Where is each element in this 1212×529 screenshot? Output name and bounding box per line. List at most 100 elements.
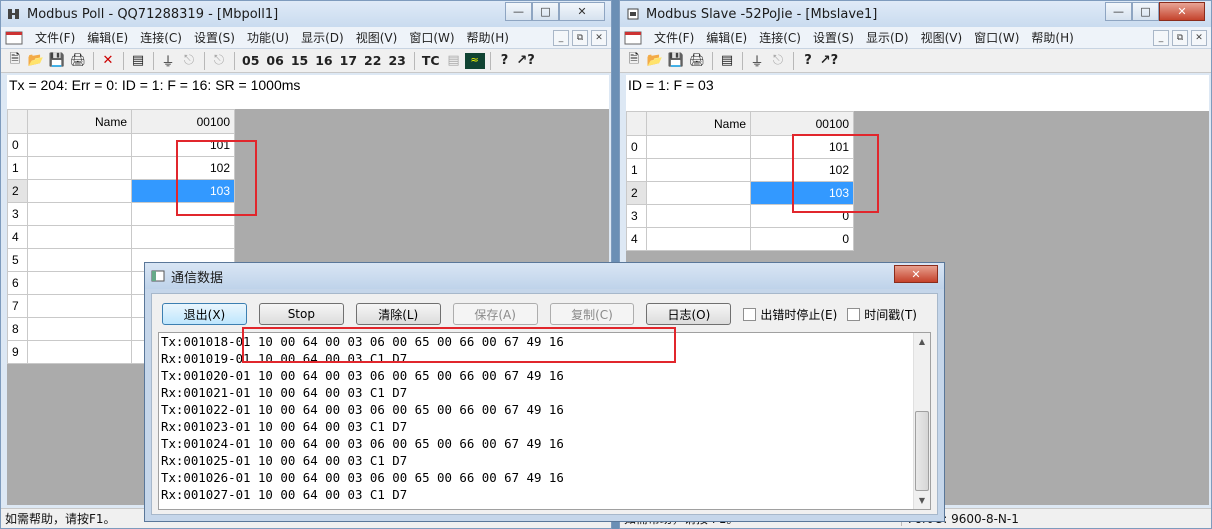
context-help-icon[interactable]: ↗?: [516, 51, 536, 71]
row-header[interactable]: 1: [626, 158, 647, 182]
row-header[interactable]: 7: [7, 294, 28, 318]
log-button[interactable]: 日志(O): [646, 303, 732, 325]
timestamp-checkbox[interactable]: 时间戳(T): [847, 306, 917, 323]
mdi-restore-button[interactable]: ⧉: [572, 29, 588, 46]
name-cell[interactable]: [646, 135, 751, 159]
row-header[interactable]: 0: [626, 135, 647, 159]
fc-23-button[interactable]: 23: [385, 51, 408, 71]
menu-file[interactable]: 文件(F): [648, 29, 700, 46]
name-cell[interactable]: [27, 340, 132, 364]
document-icon[interactable]: [5, 31, 23, 45]
minimize-button[interactable]: —: [1105, 2, 1132, 21]
name-cell[interactable]: [646, 181, 751, 205]
menu-display[interactable]: 显示(D): [860, 29, 915, 46]
log-scrollbar[interactable]: ▲ ▼: [913, 333, 930, 509]
fc-06-button[interactable]: 06: [263, 51, 286, 71]
minimize-button[interactable]: —: [505, 2, 532, 21]
row-header[interactable]: 2: [7, 179, 28, 203]
print-icon[interactable]: 🖨: [687, 51, 707, 71]
help-icon[interactable]: ?: [798, 51, 818, 71]
exit-button[interactable]: 退出(X): [162, 303, 247, 325]
fc-22-button[interactable]: 22: [361, 51, 384, 71]
stop-button[interactable]: Stop: [258, 303, 344, 325]
scroll-down-arrow-icon[interactable]: ▼: [914, 492, 930, 509]
menu-help[interactable]: 帮助(H): [461, 29, 515, 46]
menu-connection[interactable]: 连接(C): [753, 29, 807, 46]
menu-help[interactable]: 帮助(H): [1025, 29, 1079, 46]
checkbox-box[interactable]: [847, 307, 861, 321]
name-cell[interactable]: [27, 317, 132, 341]
row-header[interactable]: 2: [626, 181, 647, 205]
help-icon[interactable]: ?: [495, 51, 515, 71]
mdi-minimize-button[interactable]: _: [553, 29, 569, 46]
open-icon[interactable]: 📂: [26, 51, 46, 71]
row-header[interactable]: 1: [7, 156, 28, 180]
menu-functions[interactable]: 功能(U): [241, 29, 295, 46]
window-icon[interactable]: ▤: [128, 51, 148, 71]
print-icon[interactable]: 🖨: [68, 51, 88, 71]
name-cell[interactable]: [646, 204, 751, 228]
delete-icon[interactable]: ✕: [98, 51, 118, 71]
row-header[interactable]: 5: [7, 248, 28, 272]
row-header[interactable]: 3: [626, 204, 647, 228]
menu-edit[interactable]: 编辑(E): [81, 29, 134, 46]
row-header[interactable]: 0: [7, 133, 28, 157]
save-icon[interactable]: 💾: [47, 51, 67, 71]
menu-view[interactable]: 视图(V): [915, 29, 969, 46]
maximize-button[interactable]: □: [1132, 2, 1159, 21]
document-icon[interactable]: [624, 31, 642, 45]
copy-button[interactable]: 复制(C): [549, 303, 635, 325]
disconnect-icon[interactable]: ⎋: [768, 51, 788, 71]
fc-17-button[interactable]: 17: [337, 51, 360, 71]
fc-16-button[interactable]: 16: [312, 51, 335, 71]
mdi-minimize-button[interactable]: _: [1153, 29, 1169, 46]
tc-button[interactable]: TC: [419, 51, 443, 71]
name-cell[interactable]: [27, 248, 132, 272]
context-help-icon[interactable]: ↗?: [819, 51, 839, 71]
menu-edit[interactable]: 编辑(E): [700, 29, 753, 46]
new-icon[interactable]: 🗎: [624, 51, 644, 71]
value-cell[interactable]: [131, 225, 235, 249]
connect-icon[interactable]: ⏚: [158, 51, 178, 71]
dialog-titlebar[interactable]: 通信数据 ✕: [145, 263, 944, 289]
scrollbar-thumb[interactable]: [915, 411, 929, 491]
row-header[interactable]: 3: [7, 202, 28, 226]
row-header[interactable]: 6: [7, 271, 28, 295]
value-cell[interactable]: 0: [750, 227, 854, 251]
close-button[interactable]: ✕: [1159, 2, 1205, 21]
name-cell[interactable]: [27, 156, 132, 180]
save-icon[interactable]: 💾: [666, 51, 686, 71]
row-header[interactable]: 4: [626, 227, 647, 251]
name-cell[interactable]: [646, 227, 751, 251]
menu-window[interactable]: 窗口(W): [968, 29, 1025, 46]
menu-setup[interactable]: 设置(S): [188, 29, 241, 46]
name-cell[interactable]: [27, 294, 132, 318]
stop-on-error-checkbox[interactable]: 出错时停止(E): [743, 306, 837, 323]
chart-icon[interactable]: ▤: [444, 51, 464, 71]
address-column-header[interactable]: 00100: [131, 109, 235, 134]
fc-05-button[interactable]: 05: [239, 51, 262, 71]
name-cell[interactable]: [646, 158, 751, 182]
name-cell[interactable]: [27, 179, 132, 203]
window-icon[interactable]: ▤: [717, 51, 737, 71]
name-cell[interactable]: [27, 271, 132, 295]
name-column-header[interactable]: Name: [646, 111, 751, 136]
connect-icon[interactable]: ⏚: [747, 51, 767, 71]
menu-setup[interactable]: 设置(S): [807, 29, 860, 46]
name-cell[interactable]: [27, 202, 132, 226]
modbus-poll-titlebar[interactable]: Modbus Poll - QQ71288319 - [Mbpoll1] — □…: [1, 1, 611, 27]
maximize-button[interactable]: □: [532, 2, 559, 21]
monitor-icon[interactable]: ≈: [464, 52, 485, 69]
mdi-close-button[interactable]: ✕: [1191, 29, 1207, 46]
row-header[interactable]: 4: [7, 225, 28, 249]
scroll-up-arrow-icon[interactable]: ▲: [914, 333, 930, 350]
row-header[interactable]: 8: [7, 317, 28, 341]
dialog-close-button[interactable]: ✕: [894, 265, 938, 283]
menu-connection[interactable]: 连接(C): [134, 29, 188, 46]
menu-window[interactable]: 窗口(W): [403, 29, 460, 46]
name-cell[interactable]: [27, 133, 132, 157]
close-button[interactable]: ✕: [559, 2, 605, 21]
save-button[interactable]: 保存(A): [452, 303, 538, 325]
name-column-header[interactable]: Name: [27, 109, 132, 134]
mdi-restore-button[interactable]: ⧉: [1172, 29, 1188, 46]
